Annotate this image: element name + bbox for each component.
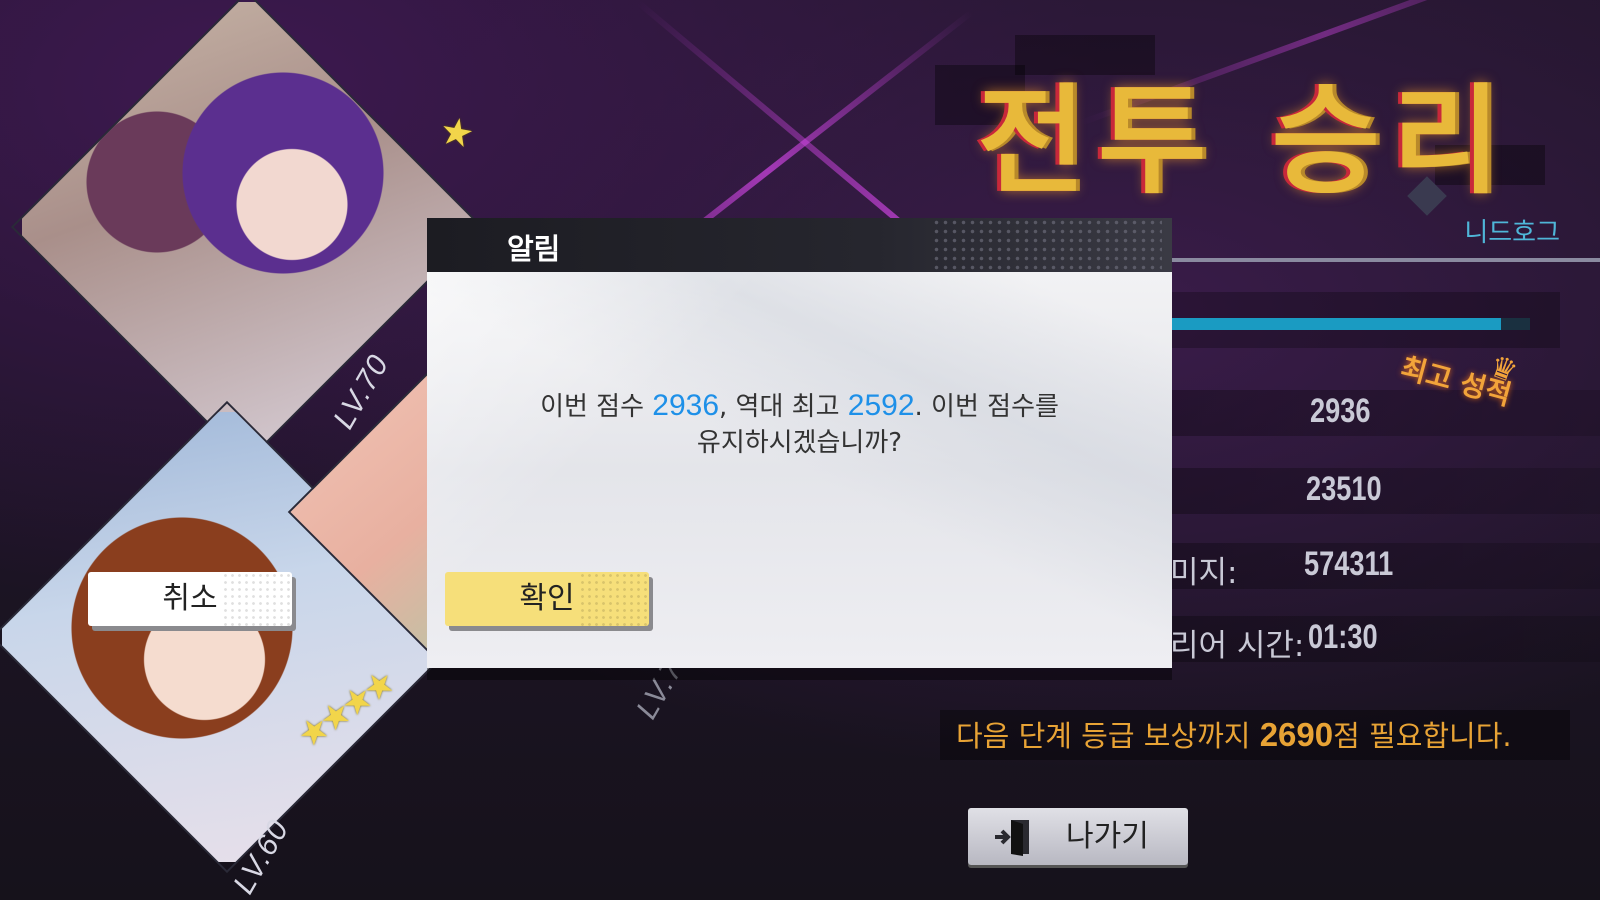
best-score: 2592	[847, 389, 915, 422]
dialog-header: 알림	[427, 218, 1172, 272]
exp-bar	[1170, 318, 1501, 330]
stat-row	[1150, 390, 1600, 436]
next-reward-prefix: 다음 단계 등급 보상까지	[956, 719, 1260, 753]
next-reward-suffix: 점 필요합니다.	[1333, 719, 1512, 753]
msg-text: 이번 점수	[540, 392, 653, 422]
exit-door-icon	[995, 820, 1029, 856]
cancel-label: 취소	[162, 581, 218, 616]
msg-text: 유지하시겠습니까?	[696, 428, 903, 458]
confirm-button[interactable]: 확인	[445, 572, 649, 626]
current-score: 2936	[652, 389, 720, 422]
damage-label: 미지:	[1170, 555, 1238, 591]
cancel-button[interactable]: 취소	[88, 572, 292, 626]
dialog-message: 이번 점수 2936, 역대 최고 2592. 이번 점수를 유지하시겠습니까?	[427, 388, 1172, 461]
msg-text: , 역대 최고	[719, 392, 848, 422]
button-dot-pattern	[579, 572, 649, 626]
exit-button[interactable]: 나가기	[968, 808, 1188, 865]
victory-title: 전투 승리	[977, 72, 1513, 210]
next-reward-points: 2690	[1259, 716, 1334, 753]
confirm-label: 확인	[519, 581, 575, 616]
divider	[1170, 258, 1600, 262]
exit-label: 나가기	[1066, 819, 1149, 854]
header-dot-pattern	[932, 218, 1162, 272]
dialog-title: 알림	[507, 232, 561, 266]
msg-text: . 이번 점수를	[914, 392, 1059, 422]
clear-time-value: 01:30	[1308, 618, 1378, 656]
result-title-area: 전투 승리	[935, 25, 1555, 210]
total-value: 23510	[1306, 470, 1382, 508]
clear-time-label: 리어 시간:	[1170, 628, 1305, 664]
next-reward-notice: 다음 단계 등급 보상까지 2690점 필요합니다.	[940, 710, 1570, 760]
button-dot-pattern	[222, 572, 292, 626]
stage-name: 니드호그	[1464, 218, 1560, 248]
damage-value: 574311	[1304, 545, 1394, 583]
score-value: 2936	[1310, 392, 1371, 430]
